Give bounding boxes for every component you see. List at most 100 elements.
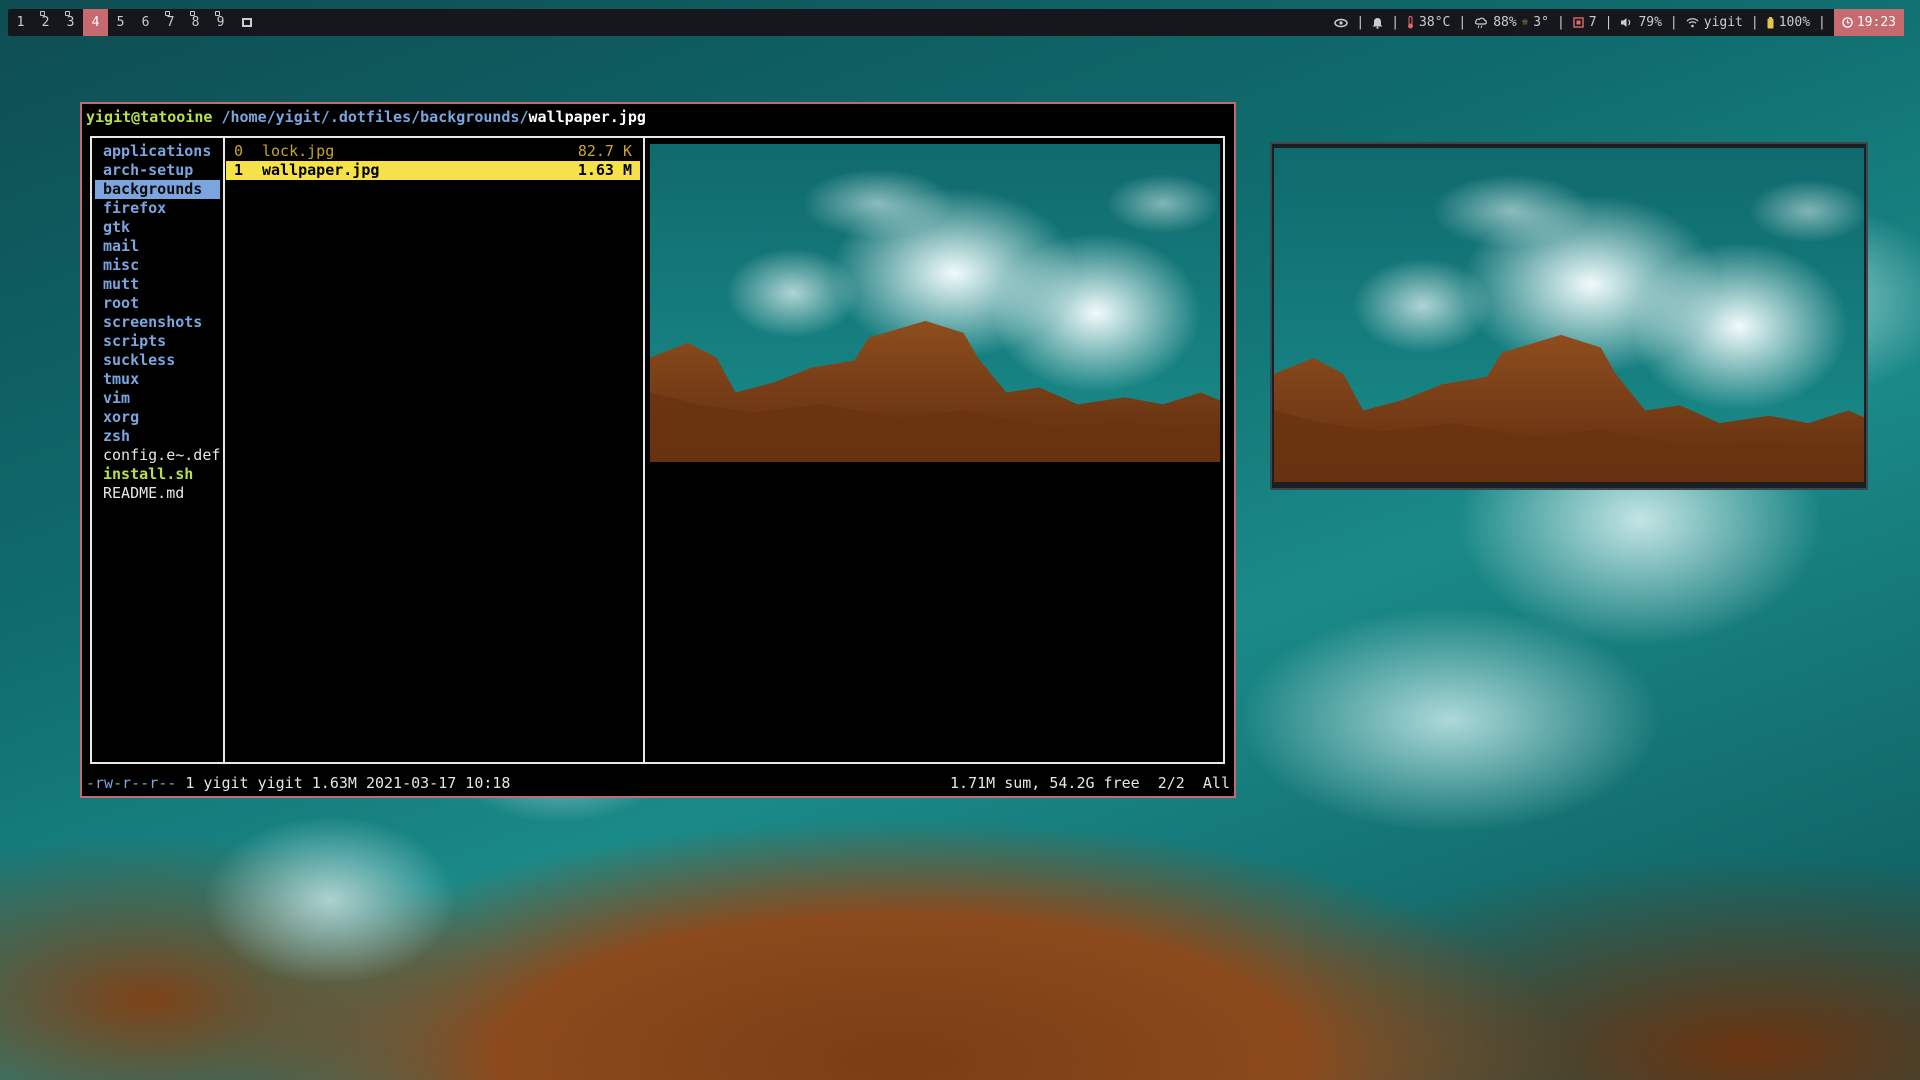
status-bar: 123456789 | | 38°C | 88% ☼ 3° | 7 | 79% …: [8, 9, 1904, 36]
wifi-icon: [1686, 18, 1699, 28]
battery-icon: [1767, 16, 1774, 28]
temperature-value: 38°C: [1419, 15, 1451, 30]
updates-module[interactable]: 7: [1567, 15, 1603, 30]
battery-module: 100%: [1761, 15, 1816, 30]
file-entry[interactable]: config.e~.def: [95, 446, 220, 465]
clock-icon: [1842, 17, 1853, 28]
disk-summary: 1.71M sum, 54.2G free 2/2 All: [950, 774, 1230, 792]
ranger-path-title: yigit@tatooine /home/yigit/.dotfiles/bac…: [86, 106, 646, 128]
wallpaper-image: [1274, 148, 1864, 482]
file-info: 1 yigit yigit 1.63M 2021-03-17 10:18: [185, 774, 511, 792]
floating-layout-icon[interactable]: [233, 9, 261, 36]
pane-divider: [643, 138, 645, 762]
separator: |: [1750, 15, 1759, 30]
occupied-indicator: [215, 11, 220, 16]
temperature-module: 38°C: [1401, 15, 1456, 30]
status-modules: | | 38°C | 88% ☼ 3° | 7 | 79% | yigit | …: [1328, 9, 1904, 36]
workspace-tag-label: 8: [191, 15, 200, 30]
workspace-tag-1[interactable]: 1: [8, 9, 33, 36]
directory-entry[interactable]: mutt: [95, 275, 220, 294]
directory-entry[interactable]: arch-setup: [95, 161, 220, 180]
workspace-tag-4[interactable]: 4: [83, 9, 108, 36]
directory-entry[interactable]: backgrounds: [95, 180, 220, 199]
directory-entry[interactable]: misc: [95, 256, 220, 275]
clock-module[interactable]: 19:23: [1833, 9, 1904, 36]
file-entry[interactable]: install.sh: [95, 465, 220, 484]
workspace-tag-6[interactable]: 6: [133, 9, 158, 36]
directory-entry[interactable]: vim: [95, 389, 220, 408]
occupied-indicator: [190, 11, 195, 16]
wifi-name: yigit: [1703, 15, 1743, 30]
current-file: wallpaper.jpg: [528, 108, 646, 126]
ranger-status-line: -rw-r--r-- 1 yigit yigit 1.63M 2021-03-1…: [86, 772, 1230, 794]
separator: |: [1458, 15, 1467, 30]
workspace-tag-label: 7: [166, 15, 175, 30]
directory-entry[interactable]: xorg: [95, 408, 220, 427]
directory-entry[interactable]: mail: [95, 237, 220, 256]
directory-entry[interactable]: tmux: [95, 370, 220, 389]
current-directory-pane: 0 lock.jpg 82.7 K 1 wallpaper.jpg 1.63 M: [226, 142, 640, 180]
file-index: 0: [234, 142, 244, 160]
file-row[interactable]: 0 lock.jpg 82.7 K: [226, 142, 640, 161]
wallpaper-preview-image: [650, 144, 1220, 462]
file-row[interactable]: 1 wallpaper.jpg 1.63 M: [226, 161, 640, 180]
humidity-value: 88%: [1493, 15, 1517, 30]
workspace-tag-3[interactable]: 3: [58, 9, 83, 36]
eye-module[interactable]: [1328, 18, 1354, 28]
current-path: /home/yigit/.dotfiles/backgrounds/: [221, 108, 529, 126]
weather-module: 88% ☼ 3°: [1468, 15, 1555, 30]
eye-icon: [1334, 18, 1349, 27]
workspace-tag-8[interactable]: 8: [183, 9, 208, 36]
separator: |: [1669, 15, 1678, 30]
image-preview: [650, 144, 1220, 462]
directory-entry[interactable]: screenshots: [95, 313, 220, 332]
directory-entry[interactable]: root: [95, 294, 220, 313]
separator: |: [1556, 15, 1565, 30]
volume-module[interactable]: 79%: [1614, 15, 1667, 30]
occupied-indicator: [65, 11, 70, 16]
terminal-window[interactable]: yigit@tatooine /home/yigit/.dotfiles/bac…: [80, 102, 1236, 798]
wifi-module[interactable]: yigit: [1680, 15, 1749, 30]
file-name: lock.jpg: [262, 142, 335, 160]
file-size: 1.63 M: [577, 161, 632, 179]
viewer-image: [1274, 148, 1864, 482]
speaker-icon: [1621, 18, 1631, 27]
cloud-rain-icon: [1475, 17, 1488, 28]
image-viewer-window[interactable]: [1270, 142, 1868, 490]
file-size: 82.7 K: [577, 142, 632, 160]
occupied-indicator: [40, 11, 45, 16]
directory-entry[interactable]: applications: [95, 142, 220, 161]
file-permissions: -rw-r--r--: [86, 774, 177, 792]
workspace-tag-7[interactable]: 7: [158, 9, 183, 36]
separator: |: [1604, 15, 1613, 30]
directory-entry[interactable]: suckless: [95, 351, 220, 370]
separator: |: [1818, 15, 1826, 30]
clock-time: 19:23: [1856, 15, 1896, 30]
updates-count: 7: [1588, 15, 1597, 30]
directory-entry[interactable]: gtk: [95, 218, 220, 237]
directory-entry[interactable]: firefox: [95, 199, 220, 218]
workspace-tag-label: 3: [66, 15, 75, 30]
ranger-panes: applications arch-setup backgrounds firefox…: [90, 136, 1225, 764]
workspace-tags: 12 34567 8 9: [8, 9, 233, 36]
workspace-tag-label: 9: [216, 15, 225, 30]
file-name: wallpaper.jpg: [262, 161, 380, 179]
parent-directory-pane: applications arch-setup backgrounds firefox…: [95, 142, 220, 503]
directory-entry[interactable]: scripts: [95, 332, 220, 351]
file-entry[interactable]: README.md: [95, 484, 220, 503]
notification-module[interactable]: [1366, 17, 1389, 29]
workspace-tag-2[interactable]: 2: [33, 9, 58, 36]
workspace-tag-9[interactable]: 9: [208, 9, 233, 36]
separator: |: [1391, 15, 1400, 30]
sun-icon: ☼: [1521, 16, 1529, 29]
package-icon: [1573, 17, 1584, 28]
thermometer-icon: [1408, 16, 1413, 29]
pane-divider: [223, 138, 225, 762]
separator: |: [1356, 15, 1365, 30]
bell-icon: [1372, 17, 1383, 29]
volume-value: 79%: [1638, 15, 1662, 30]
file-index: 1: [234, 161, 244, 179]
workspace-tag-5[interactable]: 5: [108, 9, 133, 36]
user-host: yigit@tatooine: [86, 108, 213, 126]
directory-entry[interactable]: zsh: [95, 427, 220, 446]
